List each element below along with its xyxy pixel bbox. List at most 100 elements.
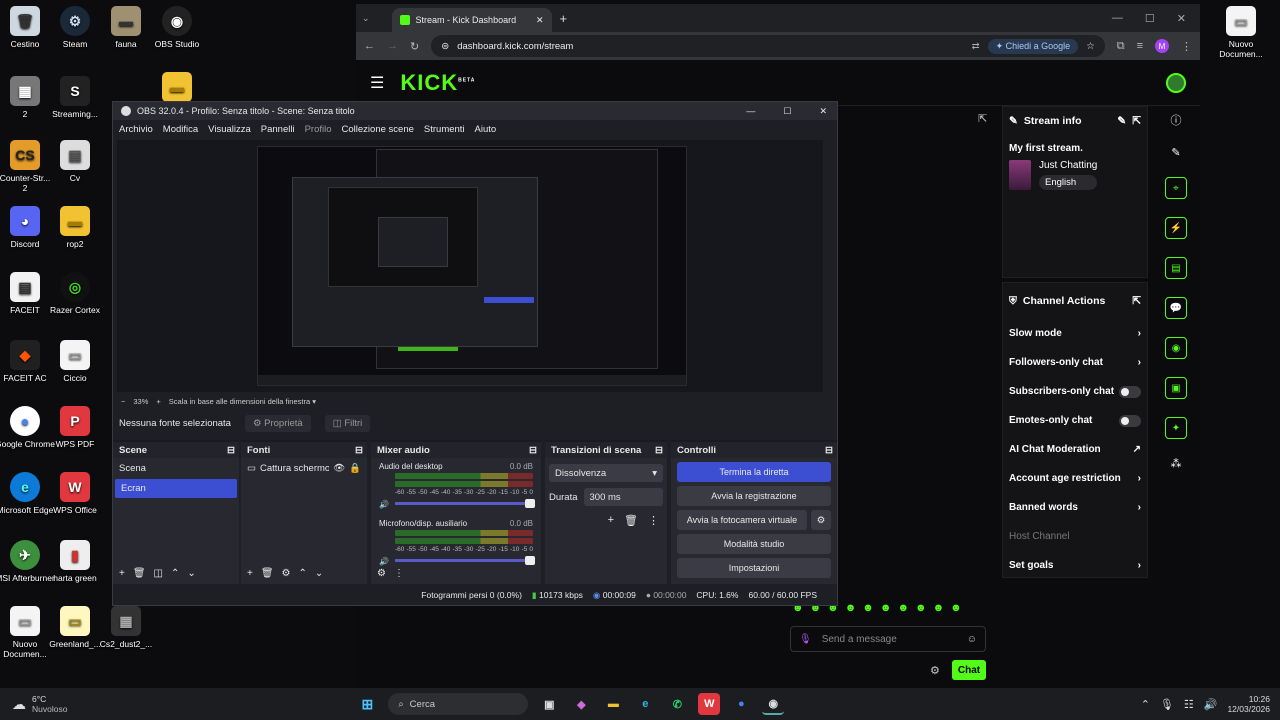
popout-channel-actions-icon[interactable]: ⇱ [1132, 295, 1141, 307]
remove-source-icon[interactable]: 🗑 [261, 568, 274, 579]
wps-pdf-icon[interactable]: P WPS PDF [44, 406, 106, 449]
scale-mode-select[interactable]: Scala in base alle dimensioni della fine… [169, 397, 316, 406]
move-up-icon[interactable]: ⌃ [171, 568, 179, 579]
duration-input[interactable]: 300 ms [583, 488, 663, 506]
obs-minimize-icon[interactable]: — [746, 106, 755, 116]
mod-tool-7-icon[interactable]: ✦ [1165, 417, 1187, 439]
menu-modifica[interactable]: Modifica [163, 124, 198, 135]
kick-logo[interactable]: KICKBETA [400, 70, 475, 96]
remove-transition-icon[interactable]: 🗑 [624, 514, 638, 527]
move-down-icon[interactable]: ⌄ [187, 568, 195, 579]
move-up-icon[interactable]: ⌃ [299, 568, 307, 579]
task-view-icon[interactable]: ▣ [538, 693, 560, 715]
edit-stream-icon[interactable]: ✎ [1117, 115, 1126, 127]
volume-icon[interactable]: 🔊 [1204, 698, 1218, 711]
settings-button[interactable]: Impostazioni [677, 558, 831, 578]
mic-tray-icon[interactable]: 🎙 [1160, 698, 1174, 711]
mic-icon[interactable]: 🎙 [799, 634, 812, 645]
reload-icon[interactable]: ↻ [410, 40, 419, 53]
cv-icon[interactable]: ▤ Cv [44, 140, 106, 183]
ai-moderation-row[interactable]: AI Chat Moderation ↗ [1003, 435, 1147, 464]
razer-cortex-icon[interactable]: ◎ Razer Cortex [44, 272, 106, 315]
emoji-icon[interactable]: ☺ [967, 634, 977, 645]
bookmark-star-icon[interactable]: ☆ [1086, 41, 1095, 52]
volume-slider[interactable] [395, 499, 535, 508]
info-icon[interactable]: ⓘ [1171, 112, 1182, 128]
subscribers-only-toggle[interactable] [1119, 385, 1141, 398]
banned-words-row[interactable]: Banned words › [1003, 493, 1147, 522]
virtual-camera-settings-icon[interactable]: ⚙ [811, 510, 831, 530]
studio-mode-button[interactable]: Modalità studio [677, 534, 831, 554]
chat-input[interactable]: 🎙 Send a message ☺ [790, 626, 986, 652]
mixer-menu-icon[interactable]: ⋮ [394, 568, 404, 579]
stop-stream-button[interactable]: Termina la diretta [677, 462, 831, 482]
speaker-icon[interactable]: 🔊 [379, 500, 389, 509]
maximize-icon[interactable]: ☐ [1145, 12, 1155, 25]
copilot-icon[interactable]: ◆ [570, 693, 592, 715]
network-icon[interactable]: ☷ [1184, 698, 1194, 711]
obs-close-icon[interactable]: ✕ [819, 106, 827, 117]
visibility-eye-icon[interactable]: 👁 [333, 463, 345, 474]
weather-widget[interactable]: ☁ 6°C Nuvoloso [0, 694, 120, 714]
chat-send-button[interactable]: Chat [952, 660, 986, 680]
mod-tool-2-icon[interactable]: ⚡ [1165, 217, 1187, 239]
close-tab-icon[interactable]: ✕ [536, 15, 544, 26]
more-tools-icon[interactable]: ⁂ [1171, 457, 1182, 470]
scene-item-selected[interactable]: Ecran [115, 479, 237, 498]
add-source-icon[interactable]: + [247, 568, 253, 579]
add-scene-icon[interactable]: + [119, 568, 125, 579]
hamburger-menu-icon[interactable]: ☰ [370, 73, 384, 93]
obs-preview-area[interactable] [117, 140, 823, 392]
site-info-icon[interactable]: ⊜ [441, 41, 449, 52]
dock-popout-icon[interactable]: ⊟ [227, 445, 235, 456]
properties-button[interactable]: ⚙ Proprietà [244, 414, 311, 432]
user-avatar[interactable] [1166, 72, 1186, 93]
menu-archivio[interactable]: Archivio [119, 124, 153, 135]
obs-studio-icon[interactable]: ◉ OBS Studio [146, 6, 208, 49]
chrome-menu-icon[interactable]: ⋮ [1181, 40, 1192, 53]
dock-popout-icon[interactable]: ⊟ [355, 445, 363, 456]
edit-icon[interactable]: ✎ [1171, 146, 1180, 159]
rop2-folder-icon[interactable]: ▬ rop2 [44, 206, 106, 249]
minimize-icon[interactable]: — [1112, 12, 1123, 24]
advanced-audio-icon[interactable]: ⚙ [377, 568, 386, 579]
ask-google-button[interactable]: ✦ Chiedi a Google [987, 38, 1079, 54]
new-tab-icon[interactable]: + [560, 11, 568, 26]
start-windows-icon[interactable]: ⊞ [356, 693, 378, 715]
harta-green-icon[interactable]: ▮ harta green [44, 540, 106, 583]
menu-pannelli[interactable]: Pannelli [261, 124, 295, 135]
mod-tool-6-icon[interactable]: ▣ [1165, 377, 1187, 399]
popout-icon[interactable]: ⇱ [978, 112, 987, 125]
obs-maximize-icon[interactable]: ☐ [783, 106, 791, 117]
mod-tool-3-icon[interactable]: ▤ [1165, 257, 1187, 279]
clock[interactable]: 10:26 12/03/2026 [1227, 694, 1270, 714]
back-icon[interactable]: ← [364, 40, 375, 52]
tab-kick-dashboard[interactable]: Stream - Kick Dashboard ✕ [391, 8, 552, 32]
start-virtual-camera-button[interactable]: Avvia la fotocamera virtuale [677, 510, 807, 530]
cs2-dust2-icon[interactable]: ▦ Cs2_dust2_... [95, 606, 157, 649]
move-down-icon[interactable]: ⌄ [315, 568, 323, 579]
forward-icon[interactable]: → [387, 40, 398, 52]
wps-icon[interactable]: W [698, 693, 721, 715]
lock-icon[interactable]: 🔒 [349, 463, 361, 474]
start-recording-button[interactable]: Avvia la registrazione [677, 486, 831, 506]
mod-tool-1-icon[interactable]: ⌖ [1165, 177, 1187, 199]
mod-tool-4-icon[interactable]: 💬 [1165, 297, 1187, 319]
obs-taskbar-icon[interactable]: ◉ [762, 693, 785, 715]
mod-tool-5-icon[interactable]: ◉ [1165, 337, 1187, 359]
menu-profilo[interactable]: Profilo [305, 124, 332, 135]
followers-only-row[interactable]: Followers-only chat › [1003, 348, 1147, 377]
tray-chevron-up-icon[interactable]: ⌃ [1141, 698, 1150, 711]
dock-popout-icon[interactable]: ⊟ [825, 445, 833, 456]
close-window-icon[interactable]: ✕ [1177, 12, 1186, 25]
popout-stream-info-icon[interactable]: ⇱ [1132, 115, 1141, 127]
chat-settings-icon[interactable]: ⚙ [930, 664, 940, 677]
file-explorer-icon[interactable]: ▬ [602, 693, 624, 715]
dock-popout-icon[interactable]: ⊟ [655, 445, 663, 456]
transition-menu-icon[interactable]: ⋮ [648, 514, 659, 527]
whatsapp-icon[interactable]: ✆ [666, 693, 688, 715]
extensions-icon[interactable]: ⧉ [1117, 40, 1125, 53]
translate-icon[interactable]: ⇄ [972, 41, 980, 52]
add-transition-icon[interactable]: + [608, 514, 614, 527]
taskbar-search[interactable]: ⌕ Cerca [388, 693, 529, 715]
